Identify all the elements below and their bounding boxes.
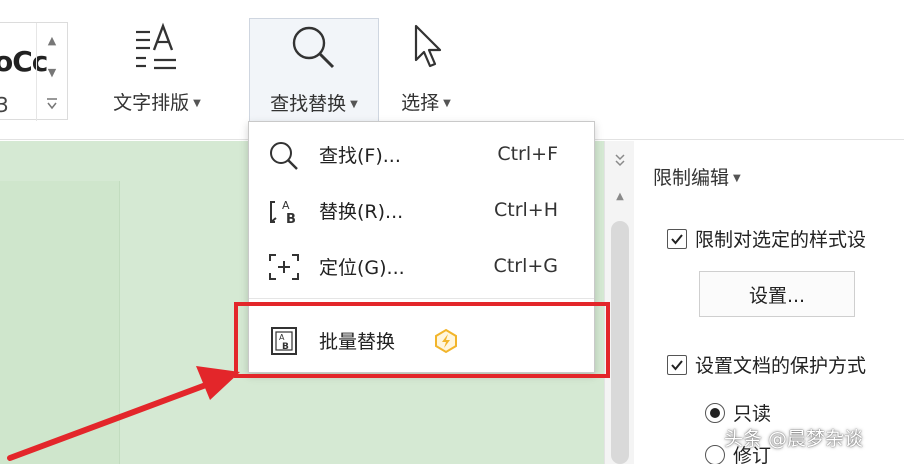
menu-item-replace-label: 替换(R)... bbox=[319, 200, 404, 223]
radio-readonly[interactable] bbox=[705, 402, 725, 423]
checkmark-icon bbox=[671, 359, 683, 371]
radio-revision[interactable] bbox=[705, 444, 725, 464]
goto-icon bbox=[269, 254, 299, 280]
select-button[interactable]: 选择 ▼ bbox=[386, 18, 466, 122]
protect-checkbox[interactable] bbox=[667, 354, 687, 375]
radio-readonly-row[interactable]: 只读 bbox=[705, 399, 771, 426]
find-replace-search-icon bbox=[289, 23, 339, 77]
radio-readonly-label: 只读 bbox=[733, 403, 772, 425]
gallery-up-icon[interactable]: ▲ bbox=[37, 25, 67, 55]
select-label: 选择 ▼ bbox=[401, 92, 451, 114]
find-replace-button[interactable]: 查找替换 ▼ bbox=[249, 18, 379, 122]
restrict-style-checkbox[interactable] bbox=[667, 228, 687, 249]
menu-divider bbox=[249, 298, 594, 299]
text-layout-icon bbox=[132, 22, 182, 74]
pane-title[interactable]: 限制编辑 ▼ bbox=[653, 163, 741, 190]
svg-text:B: B bbox=[286, 212, 296, 226]
protect-label: 设置文档的保护方式 bbox=[695, 355, 867, 377]
menu-item-goto-shortcut: Ctrl+G bbox=[493, 255, 558, 277]
gallery-expand-icon[interactable] bbox=[37, 89, 67, 119]
menu-item-find-label: 查找(F)... bbox=[319, 144, 401, 167]
menu-item-find[interactable]: 查找(F)... Ctrl+F bbox=[249, 128, 594, 180]
menu-item-replace[interactable]: A B 替换(R)... Ctrl+H bbox=[249, 184, 594, 236]
text-layout-label: 文字排版 ▼ bbox=[113, 92, 201, 114]
replace-icon: A B bbox=[270, 199, 296, 226]
gallery-down-icon[interactable]: ▼ bbox=[37, 57, 67, 87]
restrict-style-checkbox-row[interactable]: 限制对选定的样式设 bbox=[667, 225, 866, 252]
scroll-up-icon[interactable]: ▲ bbox=[605, 191, 635, 202]
style-gallery[interactable]: oCc 3 ▲ ▼ bbox=[0, 22, 68, 121]
settings-button[interactable]: 设置... bbox=[699, 271, 855, 317]
menu-item-replace-shortcut: Ctrl+H bbox=[493, 199, 558, 221]
menu-item-goto-label: 定位(G)... bbox=[319, 256, 405, 279]
document-page[interactable] bbox=[0, 181, 120, 464]
highlight-box bbox=[234, 302, 610, 378]
ribbon-toolbar: oCc 3 ▲ ▼ 文字排版 ▼ 查找替换 ▼ 选择 ▼ bbox=[0, 0, 904, 140]
menu-item-find-shortcut: Ctrl+F bbox=[497, 143, 558, 165]
scrollbar-thumb[interactable] bbox=[611, 221, 629, 464]
text-layout-button[interactable]: 文字排版 ▼ bbox=[96, 18, 218, 122]
scroll-collapse-icon[interactable] bbox=[605, 153, 635, 170]
menu-item-goto[interactable]: 定位(G)... Ctrl+G bbox=[249, 240, 594, 292]
search-icon bbox=[270, 142, 298, 170]
style-preview-subtext: 3 bbox=[0, 93, 9, 117]
protect-checkbox-row[interactable]: 设置文档的保护方式 bbox=[667, 351, 866, 378]
restrict-editing-pane: 限制编辑 ▼ 限制对选定的样式设 设置... 设置文档的保护方式 只读 修订 bbox=[635, 141, 904, 464]
svg-text:A: A bbox=[282, 199, 290, 212]
find-replace-label: 查找替换 ▼ bbox=[270, 93, 358, 115]
watermark-text: 头条 @晨梦杂谈 bbox=[724, 428, 864, 450]
cursor-arrow-icon bbox=[406, 22, 446, 76]
restrict-style-label: 限制对选定的样式设 bbox=[695, 229, 867, 251]
gallery-scroll: ▲ ▼ bbox=[36, 23, 66, 121]
checkmark-icon bbox=[671, 233, 683, 245]
